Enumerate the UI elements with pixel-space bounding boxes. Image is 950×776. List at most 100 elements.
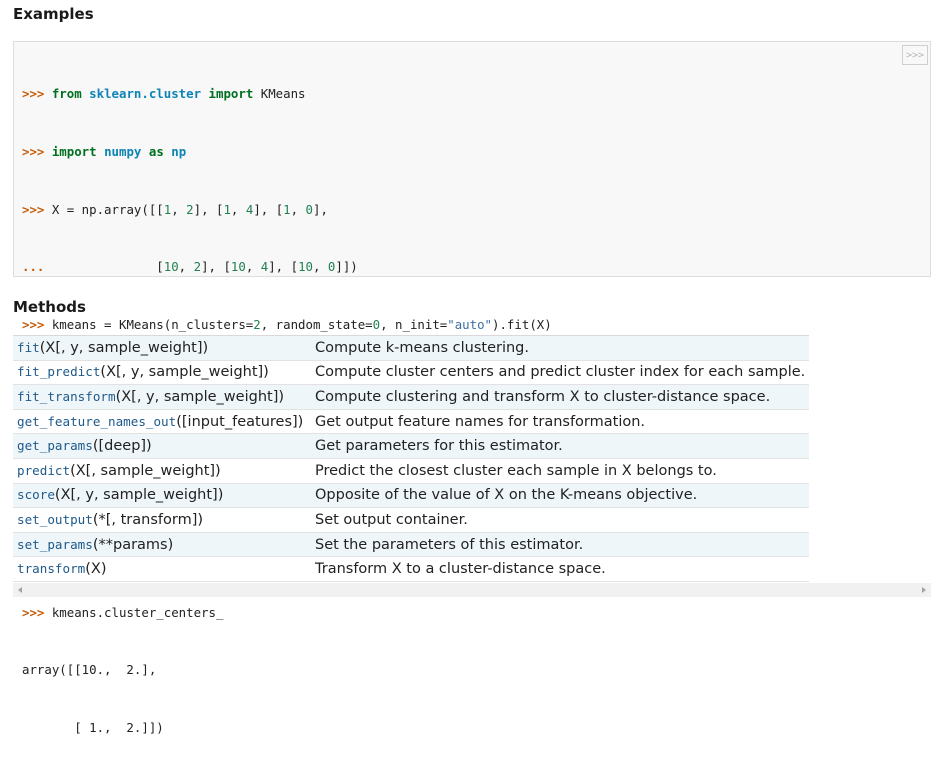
method-signature: score(X[, y, sample_weight])	[13, 483, 310, 509]
method-signature: set_params(**params)	[13, 532, 310, 558]
method-description: Get parameters for this estimator.	[310, 433, 810, 459]
code-token: >>>	[22, 86, 52, 102]
code-token: X = np.array([[	[51, 201, 164, 217]
method-signature: get_params([deep])	[13, 433, 310, 459]
method-args: ([deep])	[92, 438, 152, 455]
method-args: (*[, transform])	[92, 511, 204, 528]
code-line: array([[10., 2.],	[22, 660, 552, 679]
method-description: Transform X to a cluster-distance space.	[310, 556, 810, 582]
code-line: ... [10, 2], [10, 4], [10, 0]])	[22, 257, 552, 276]
code-token: ], [	[268, 259, 299, 275]
code-token: ,	[312, 259, 328, 275]
code-token: KMeans	[253, 86, 306, 102]
code-token: kmeans = KMeans(n_clusters=	[51, 316, 254, 332]
code-token: 2	[253, 316, 261, 332]
code-token: ],	[313, 201, 328, 217]
scroll-right-arrow-icon[interactable]	[922, 587, 926, 593]
method-description: Predict the closest cluster each sample …	[310, 458, 810, 484]
code-token: import	[208, 86, 254, 102]
code-token: 10	[298, 259, 313, 275]
code-token: >>>	[22, 316, 52, 332]
code-token: ,	[245, 259, 261, 275]
method-description: Opposite of the value of X on the K-mean…	[310, 483, 810, 509]
method-link[interactable]: predict	[17, 463, 70, 478]
code-token: ,	[178, 259, 194, 275]
method-signature: fit(X[, y, sample_weight])	[13, 335, 310, 361]
method-args: (X[, y, sample_weight])	[39, 339, 209, 356]
methods-heading: Methods	[13, 298, 86, 316]
scroll-left-arrow-icon[interactable]	[18, 587, 22, 593]
method-link[interactable]: get_feature_names_out	[17, 414, 176, 429]
code-token: np	[171, 144, 187, 159]
method-link[interactable]: get_params	[17, 438, 93, 453]
code-example-block: >>> >>> from sklearn.cluster import KMea…	[13, 41, 931, 735]
code-token: ], [	[193, 201, 224, 217]
method-link[interactable]: fit_predict	[17, 364, 100, 379]
method-args: (X[, y, sample_weight])	[54, 487, 224, 504]
method-description: Compute k-means clustering.	[310, 335, 810, 361]
method-link[interactable]: transform	[17, 561, 85, 576]
method-link[interactable]: set_output	[17, 512, 93, 527]
copy-code-button[interactable]: >>>	[902, 45, 928, 65]
code-token: ,	[290, 201, 306, 217]
code-line: >>> from sklearn.cluster import KMeans	[22, 84, 552, 103]
method-link[interactable]: fit_transform	[17, 389, 116, 404]
code-token: ...	[22, 259, 52, 275]
method-args: (X)	[85, 561, 107, 578]
method-args: (X[, sample_weight])	[70, 462, 221, 479]
method-signature: fit_transform(X[, y, sample_weight])	[13, 384, 310, 410]
table-row: get_params([deep]) Get parameters for th…	[13, 433, 810, 459]
method-description: Set output container.	[310, 507, 810, 533]
method-signature: fit_predict(X[, y, sample_weight])	[13, 360, 310, 386]
code-token: as	[148, 144, 164, 159]
table-row: set_params(**params) Set the parameters …	[13, 532, 810, 558]
code-line: >>> kmeans.cluster_centers_	[22, 603, 552, 622]
table-row: predict(X[, sample_weight]) Predict the …	[13, 458, 810, 484]
code-line: [ 1., 2.]])	[22, 718, 552, 737]
code-token: 10	[163, 259, 179, 275]
code-token: ).fit(X)	[492, 316, 552, 332]
code-token: 0	[305, 201, 314, 217]
code-token: , n_init=	[380, 316, 448, 332]
code-line: >>> import numpy as np	[22, 142, 552, 161]
table-row: score(X[, y, sample_weight]) Opposite of…	[13, 483, 810, 509]
code-token: ], [	[253, 201, 284, 217]
methods-table: fit(X[, y, sample_weight]) Compute k-mea…	[13, 335, 810, 582]
table-row: fit(X[, y, sample_weight]) Compute k-mea…	[13, 335, 810, 361]
method-description: Compute cluster centers and predict clus…	[310, 360, 810, 386]
code-token: 2	[186, 201, 194, 217]
code-token: array([[10., 2.],	[22, 662, 157, 678]
horizontal-scrollbar[interactable]	[13, 583, 931, 597]
method-signature: predict(X[, sample_weight])	[13, 458, 310, 484]
code-token: import	[51, 144, 97, 159]
code-token: 1	[223, 201, 231, 217]
method-description: Get output feature names for transformat…	[310, 409, 810, 435]
code-token: numpy	[104, 144, 142, 159]
method-args: ([input_features])	[176, 413, 304, 430]
method-signature: get_feature_names_out([input_features])	[13, 409, 310, 435]
code-token: ], [	[201, 259, 231, 275]
code-line: >>> kmeans = KMeans(n_clusters=2, random…	[22, 315, 552, 334]
table-row: fit_transform(X[, y, sample_weight]) Com…	[13, 384, 810, 410]
examples-heading: Examples	[13, 5, 94, 23]
method-description: Compute clustering and transform X to cl…	[310, 384, 810, 410]
code-token: ,	[171, 201, 187, 217]
method-link[interactable]: fit	[17, 340, 40, 355]
code-token: [	[51, 259, 164, 275]
table-row: transform(X) Transform X to a cluster-di…	[13, 556, 810, 582]
method-link[interactable]: score	[17, 487, 55, 502]
code-token: from	[51, 86, 82, 102]
method-link[interactable]: set_params	[17, 537, 93, 552]
code-token: ,	[230, 201, 246, 217]
method-signature: set_output(*[, transform])	[13, 507, 310, 533]
code-token: , random_state=	[260, 316, 373, 332]
method-args: (**params)	[92, 536, 174, 553]
code-token: [ 1., 2.]])	[22, 719, 164, 735]
code-token: >>>	[22, 201, 52, 217]
method-description: Set the parameters of this estimator.	[310, 532, 810, 558]
code-line: >>> X = np.array([[1, 2], [1, 4], [1, 0]…	[22, 200, 552, 219]
table-row: fit_predict(X[, y, sample_weight]) Compu…	[13, 360, 810, 386]
